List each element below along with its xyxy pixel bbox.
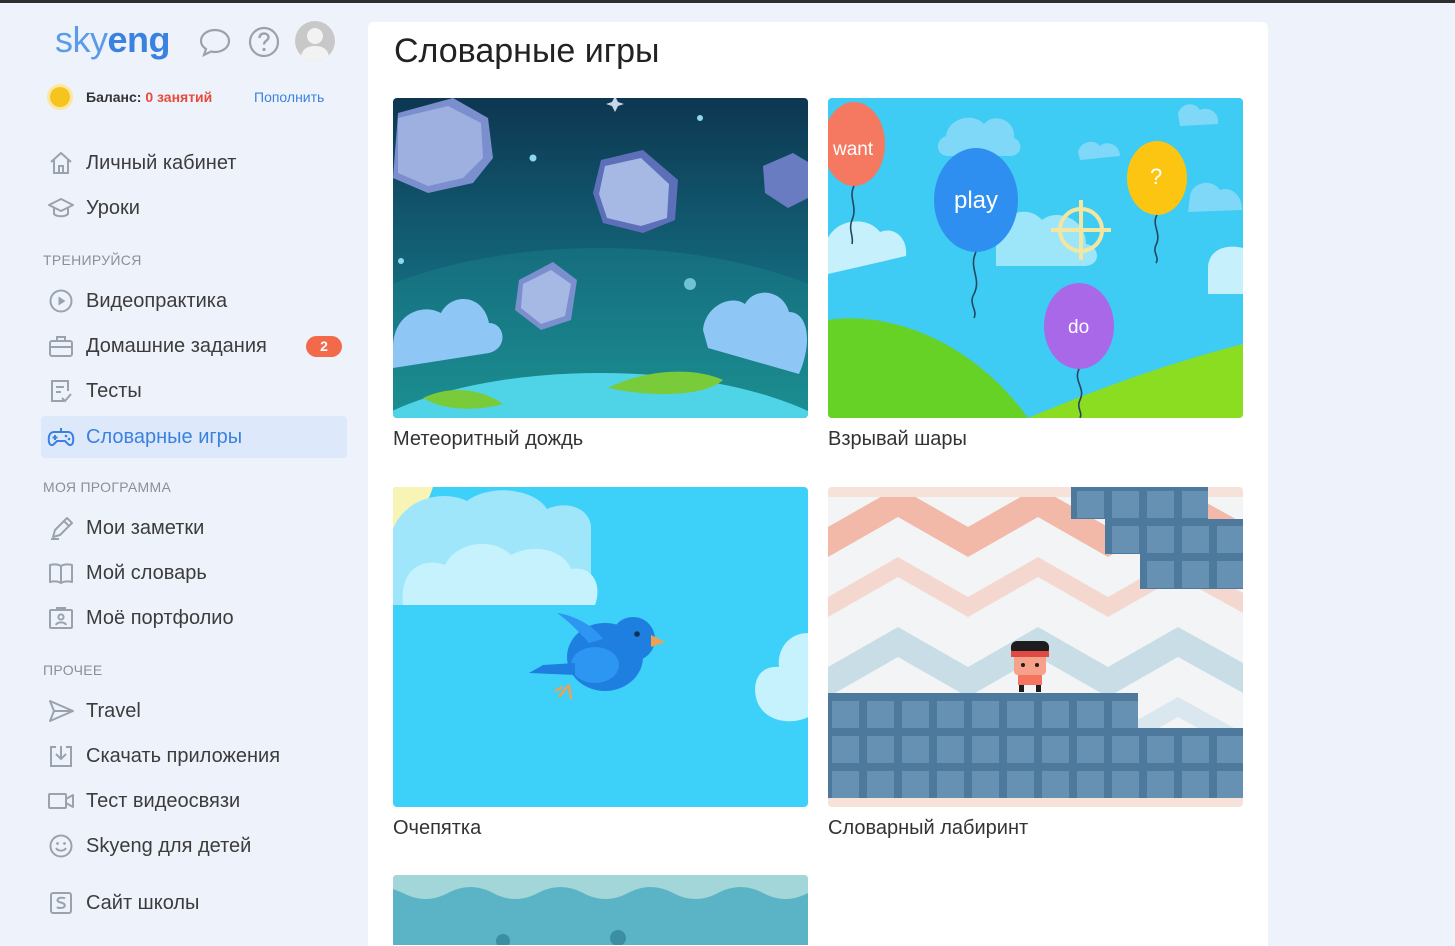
sidebar-item-label: Тесты — [86, 380, 142, 402]
balloon-word-want: want — [832, 139, 874, 160]
balloon-word-play: play — [954, 187, 998, 214]
game-card-partial[interactable] — [393, 875, 808, 945]
test-icon — [51, 380, 72, 403]
sidebar-item-video-test[interactable]: Тест видеосвязи — [41, 780, 347, 822]
sidebar-item-label: Личный кабинет — [86, 152, 237, 174]
meteor-rain-image[interactable] — [393, 98, 808, 418]
sidebar-item-lessons[interactable]: Уроки — [41, 187, 347, 229]
balloon-word-question: ? — [1150, 164, 1162, 189]
sidebar-item-label: Словарные игры — [86, 426, 243, 448]
home-icon — [50, 151, 72, 174]
book-icon — [49, 563, 73, 584]
game-title[interactable]: Словарный лабиринт — [828, 817, 1243, 840]
section-train-heading: ТРЕНИРУЙСЯ — [43, 252, 142, 268]
download-icon — [50, 746, 72, 767]
play-circle-icon — [49, 289, 73, 313]
game-card-meteor-rain[interactable]: Метеоритный дождь — [393, 98, 808, 451]
sidebar-item-school-site[interactable]: Сайт школы — [41, 882, 347, 924]
sidebar: skyeng Баланс: 0 занятий Пополнить Личны… — [0, 3, 368, 946]
smile-icon — [49, 834, 73, 858]
sidebar-item-label: Тест видеосвязи — [86, 790, 241, 812]
game-title[interactable]: Взрывай шары — [828, 428, 1243, 451]
logo-eng: eng — [107, 19, 171, 60]
sidebar-item-download-apps[interactable]: Скачать приложения — [41, 735, 347, 777]
sidebar-item-label: Скачать приложения — [86, 745, 281, 767]
balance-label: Баланс: — [86, 89, 146, 105]
sidebar-item-word-games[interactable]: Словарные игры — [41, 416, 347, 458]
portfolio-icon — [49, 607, 73, 629]
chat-icon[interactable] — [198, 25, 232, 59]
typo-game-image[interactable] — [393, 487, 808, 807]
sidebar-item-tests[interactable]: Тесты — [41, 370, 347, 412]
main-content: Словарные игры Метеоритный дождь want pl… — [368, 22, 1268, 946]
sidebar-item-label: Уроки — [86, 197, 140, 219]
sidebar-item-label: Моё портфолио — [86, 607, 234, 629]
word-maze-image[interactable] — [828, 487, 1243, 807]
sidebar-item-cabinet[interactable]: Личный кабинет — [41, 142, 347, 184]
sidebar-item-label: Skyeng для детей — [86, 835, 252, 857]
user-silhouette-icon — [300, 28, 330, 61]
briefcase-icon — [49, 336, 73, 357]
sidebar-item-label: Сайт школы — [86, 892, 200, 914]
help-icon[interactable] — [247, 25, 281, 59]
balance-value: 0 занятий — [145, 89, 213, 105]
logo-sky: sky — [55, 19, 108, 60]
partial-game-image[interactable] — [393, 875, 808, 945]
sidebar-item-dictionary[interactable]: Мой словарь — [41, 552, 347, 594]
balance-row: Баланс: 0 занятий Пополнить — [50, 85, 350, 109]
sidebar-item-label: Мой словарь — [86, 562, 207, 584]
sidebar-item-label: Видеопрактика — [86, 290, 228, 312]
pencil-icon — [51, 517, 73, 540]
sidebar-item-notes[interactable]: Мои заметки — [41, 507, 347, 549]
sidebar-item-videopractice[interactable]: Видеопрактика — [41, 280, 347, 322]
topup-link[interactable]: Пополнить — [254, 89, 324, 105]
gamepad-icon — [47, 428, 75, 447]
game-title[interactable]: Очепятка — [393, 817, 808, 840]
sidebar-item-homework[interactable]: Домашние задания 2 — [41, 325, 347, 367]
s-square-icon — [50, 892, 72, 914]
sidebar-item-label: Домашние задания — [86, 335, 267, 357]
skyeng-logo[interactable]: skyeng — [55, 19, 171, 61]
page-title: Словарные игры — [394, 32, 660, 70]
game-title[interactable]: Метеоритный дождь — [393, 428, 808, 451]
send-icon — [49, 700, 74, 722]
game-card-word-maze[interactable]: Словарный лабиринт — [828, 487, 1243, 840]
user-avatar[interactable] — [295, 21, 335, 61]
section-other-heading: ПРОЧЕЕ — [43, 662, 103, 678]
graduation-cap-icon — [48, 198, 74, 218]
section-program-heading: МОЯ ПРОГРАММА — [43, 479, 172, 495]
sidebar-item-kids[interactable]: Skyeng для детей — [41, 825, 347, 867]
coin-icon — [50, 87, 70, 107]
sidebar-item-travel[interactable]: Travel — [41, 690, 347, 732]
game-card-typo[interactable]: Очепятка — [393, 487, 808, 840]
balloon-word-do: do — [1068, 317, 1089, 338]
balance-text: Баланс: 0 занятий — [86, 89, 212, 105]
pop-balloons-image[interactable]: want play ? do — [828, 98, 1243, 418]
game-card-pop-balloons[interactable]: want play ? do Взрывай шары — [828, 98, 1243, 451]
sidebar-item-label: Мои заметки — [86, 517, 205, 539]
video-camera-icon — [48, 793, 74, 809]
homework-count-badge: 2 — [306, 336, 342, 357]
sidebar-item-label: Travel — [86, 700, 141, 722]
sidebar-item-portfolio[interactable]: Моё портфолио — [41, 597, 347, 639]
